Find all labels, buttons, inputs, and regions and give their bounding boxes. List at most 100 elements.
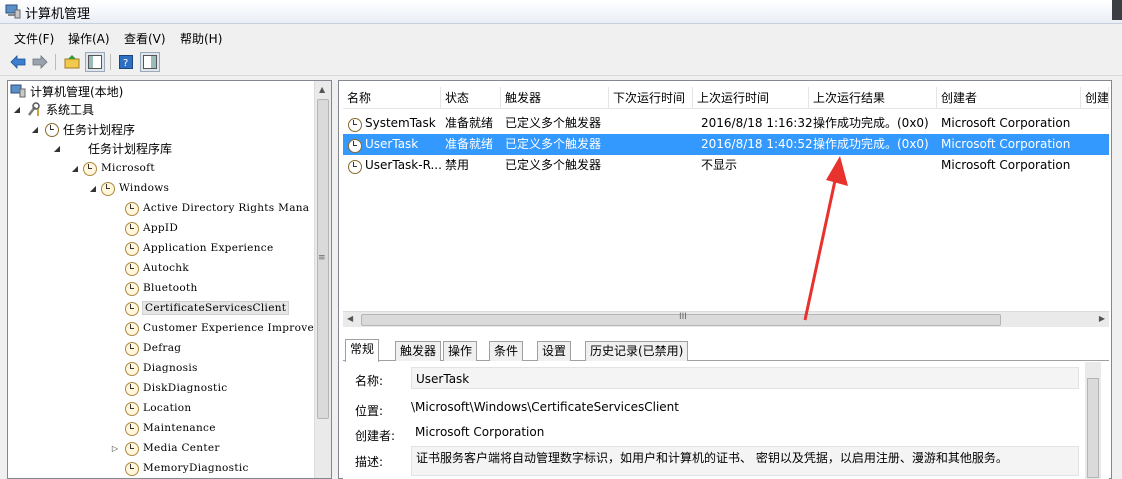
expand-arrow-icon[interactable]: ◢ bbox=[30, 125, 40, 134]
window-control-button[interactable] bbox=[1112, 0, 1122, 20]
tab-actions[interactable]: 操作 bbox=[443, 341, 478, 361]
column-header-last-result[interactable]: 上次运行结果 bbox=[809, 87, 937, 109]
properties-button[interactable] bbox=[140, 52, 160, 72]
folder-clock-icon bbox=[124, 241, 139, 256]
tree-item-label: 系统工具 bbox=[46, 102, 95, 117]
tree-item[interactable]: MemoryDiagnostic bbox=[124, 458, 249, 478]
tree-item-task-scheduler-library[interactable]: ◢ 任务计划程序库 bbox=[52, 138, 172, 158]
column-header-name[interactable]: 名称 bbox=[343, 87, 441, 109]
forward-button[interactable] bbox=[30, 52, 50, 72]
tree-item[interactable]: Maintenance bbox=[124, 418, 216, 438]
svg-text:?: ? bbox=[123, 58, 128, 69]
menu-action[interactable]: 操作(A) bbox=[68, 30, 110, 47]
menu-view[interactable]: 查看(V) bbox=[124, 30, 166, 47]
cell-last-result bbox=[809, 155, 937, 176]
expand-arrow-icon[interactable]: ◢ bbox=[12, 105, 22, 114]
folder-clock-icon bbox=[124, 441, 139, 456]
menu-help[interactable]: 帮助(H) bbox=[180, 30, 222, 47]
tree-item-label: CertificateServicesClient bbox=[141, 301, 290, 315]
tree-item-task-scheduler[interactable]: ◢ 任务计划程序 bbox=[30, 119, 135, 139]
column-header-next-run[interactable]: 下次运行时间 bbox=[609, 87, 693, 109]
tree-item-label: Active Directory Rights Mana bbox=[143, 202, 310, 214]
tree-item-label: DiskDiagnostic bbox=[143, 382, 228, 394]
details-vertical-scrollbar[interactable] bbox=[1085, 362, 1101, 479]
tree-item[interactable]: Autochk bbox=[124, 258, 189, 278]
cell-name: UserTask-R... bbox=[365, 158, 441, 172]
tree-item-label: Diagnosis bbox=[143, 362, 198, 374]
folder-clock-icon bbox=[124, 261, 139, 276]
console-tree: 计算机管理(本地) ◢ 系统工具 ◢ 任务计划程序 ◢ 任务计划程序库 ◢ Mi… bbox=[7, 80, 332, 479]
tab-triggers[interactable]: 触发器 bbox=[395, 341, 442, 361]
table-row-selected[interactable]: UserTask 准备就绪 已定义多个触发器 2016/8/18 1:40:52… bbox=[343, 134, 1109, 155]
tree-item-selected[interactable]: CertificateServicesClient bbox=[124, 298, 290, 318]
tree-item[interactable]: Diagnosis bbox=[124, 358, 198, 378]
tree-item[interactable]: AppID bbox=[124, 218, 178, 238]
help-button[interactable]: ? bbox=[116, 52, 136, 72]
tree-item-windows[interactable]: ◢ Windows bbox=[88, 178, 169, 198]
toolbar-separator bbox=[110, 54, 111, 70]
up-folder-button[interactable] bbox=[62, 52, 82, 72]
tree-item-system-tools[interactable]: ◢ 系统工具 bbox=[12, 99, 94, 119]
tree-vertical-scrollbar[interactable]: ▲ ≡ bbox=[314, 81, 331, 478]
tab-history[interactable]: 历史记录(已禁用) bbox=[585, 341, 689, 361]
tree-item[interactable]: Active Directory Rights Mana bbox=[124, 198, 309, 218]
tree-item-microsoft[interactable]: ◢ Microsoft bbox=[70, 158, 155, 178]
tree-item[interactable]: Application Experience bbox=[124, 238, 273, 258]
scroll-left-icon[interactable]: ◀ bbox=[347, 314, 353, 323]
table-row[interactable]: SystemTask 准备就绪 已定义多个触发器 2016/8/18 1:16:… bbox=[343, 113, 1109, 134]
tab-general[interactable]: 常规 bbox=[345, 339, 380, 362]
expand-arrow-icon[interactable]: ▷ bbox=[110, 444, 120, 453]
cell-author: Microsoft Corporation bbox=[941, 158, 1071, 172]
tree-item-computer-management[interactable]: 计算机管理(本地) bbox=[10, 81, 123, 101]
folder-clock-icon bbox=[124, 461, 139, 476]
task-pane: 名称 状态 触发器 下次运行时间 上次运行时间 上次运行结果 创建者 创建 Sy… bbox=[338, 80, 1112, 479]
tree-item-media-center[interactable]: ▷ Media Center bbox=[110, 438, 220, 458]
expand-arrow-icon[interactable]: ◢ bbox=[52, 144, 62, 153]
tab-conditions[interactable]: 条件 bbox=[489, 341, 524, 361]
expand-arrow-icon[interactable]: ◢ bbox=[70, 164, 80, 173]
folder-clock-icon bbox=[124, 381, 139, 396]
tree-item-label: 任务计划程序 bbox=[63, 122, 136, 137]
tab-settings[interactable]: 设置 bbox=[537, 341, 572, 361]
column-header-last-run[interactable]: 上次运行时间 bbox=[693, 87, 809, 109]
tree-item[interactable]: Defrag bbox=[124, 338, 181, 358]
column-header-author[interactable]: 创建者 bbox=[937, 87, 1081, 109]
cell-last-result: 操作成功完成。(0x0) bbox=[813, 137, 929, 151]
task-list-horizontal-scrollbar[interactable]: ◀ III ▶ bbox=[343, 311, 1109, 327]
tree-item[interactable]: DiskDiagnostic bbox=[124, 378, 227, 398]
scrollbar-thumb[interactable] bbox=[1087, 378, 1099, 478]
cell-status: 准备就绪 bbox=[445, 137, 494, 151]
column-header-created[interactable]: 创建 bbox=[1081, 87, 1109, 109]
forward-icon bbox=[32, 55, 48, 69]
show-hide-tree-button[interactable] bbox=[85, 52, 105, 72]
tree-item-label: Customer Experience Improvem bbox=[143, 322, 325, 334]
tree-item-label: 计算机管理(本地) bbox=[30, 84, 124, 99]
cell-next-run bbox=[609, 155, 693, 176]
show-hide-tree-icon bbox=[88, 55, 102, 69]
description-label: 描述: bbox=[355, 455, 384, 469]
name-label: 名称: bbox=[355, 374, 384, 388]
tree-item-label: AppID bbox=[143, 222, 179, 234]
back-button[interactable] bbox=[8, 52, 28, 72]
scroll-up-icon[interactable]: ▲ bbox=[319, 85, 325, 94]
cell-author: Microsoft Corporation bbox=[941, 137, 1071, 151]
name-field[interactable]: UserTask bbox=[411, 367, 1079, 389]
tree-item[interactable]: Bluetooth bbox=[124, 278, 198, 298]
cell-status: 准备就绪 bbox=[445, 116, 494, 130]
task-clock-icon bbox=[347, 138, 362, 153]
tree-item[interactable]: Location bbox=[124, 398, 192, 418]
scroll-right-icon[interactable]: ▶ bbox=[1099, 314, 1105, 323]
column-header-status[interactable]: 状态 bbox=[441, 87, 501, 109]
column-header-trigger[interactable]: 触发器 bbox=[501, 87, 609, 109]
tree-item[interactable]: Customer Experience Improvem bbox=[124, 318, 324, 338]
tools-icon bbox=[28, 102, 40, 116]
table-row[interactable]: UserTask-R... 禁用 已定义多个触发器 不显示 Microsoft … bbox=[343, 155, 1109, 176]
menu-file[interactable]: 文件(F) bbox=[14, 30, 54, 47]
detail-tabs: 常规 触发器 操作 条件 设置 历史记录(已禁用) bbox=[343, 339, 1109, 362]
toolbar: ? bbox=[0, 50, 1122, 76]
tree-item-label: Application Experience bbox=[143, 242, 274, 254]
location-value: \Microsoft\Windows\CertificateServicesCl… bbox=[411, 400, 679, 414]
cell-next-run bbox=[609, 134, 693, 155]
description-field[interactable]: 证书服务客户端将自动管理数字标识，如用户和计算机的证书、 密钥以及凭据，以启用注… bbox=[411, 446, 1079, 476]
expand-arrow-icon[interactable]: ◢ bbox=[88, 184, 98, 193]
